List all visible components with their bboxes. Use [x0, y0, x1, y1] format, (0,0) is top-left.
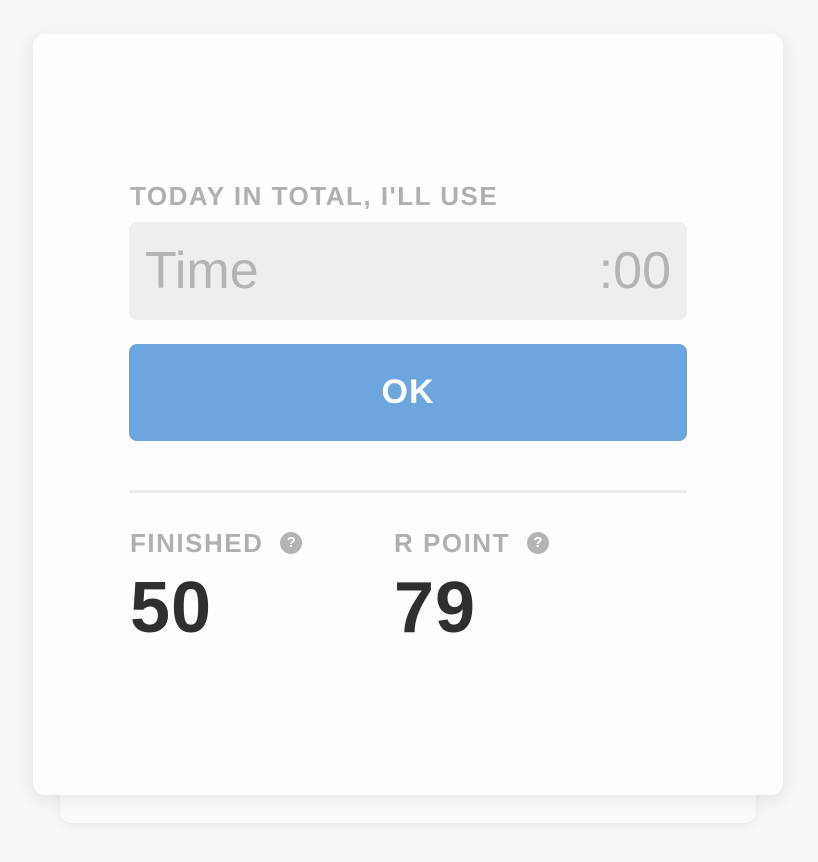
r-point-stat: R POINT ? 79	[394, 526, 549, 648]
minutes-suffix: :00	[598, 242, 671, 300]
usage-card: TODAY IN TOTAL, I'LL USE :00 OK FINISHED…	[33, 34, 783, 795]
finished-value: 50	[130, 568, 213, 648]
finished-stat: FINISHED ? 50	[130, 526, 303, 648]
time-input[interactable]	[145, 222, 545, 320]
finished-help-icon[interactable]: ?	[280, 532, 303, 554]
usage-prompt-label: TODAY IN TOTAL, I'LL USE	[130, 181, 499, 211]
finished-label: FINISHED	[130, 527, 264, 558]
r-point-help-icon[interactable]: ?	[526, 532, 549, 554]
time-field[interactable]: :00	[129, 222, 687, 320]
r-point-label: R POINT	[394, 527, 510, 558]
divider	[129, 490, 687, 493]
r-point-value: 79	[394, 568, 477, 648]
ok-button[interactable]: OK	[129, 344, 687, 441]
